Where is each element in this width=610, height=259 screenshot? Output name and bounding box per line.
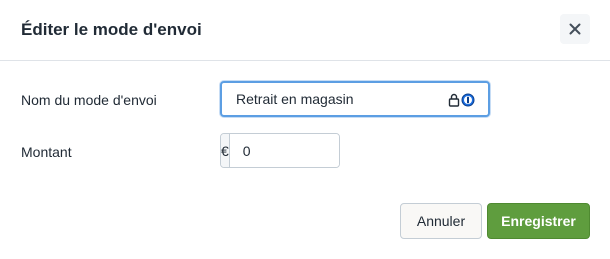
amount-field[interactable]: €	[220, 133, 340, 168]
amount-input[interactable]	[229, 134, 339, 167]
cancel-button[interactable]: Annuler	[400, 203, 482, 239]
save-button[interactable]: Enregistrer	[487, 203, 590, 239]
shipping-method-name-field[interactable]	[220, 81, 490, 117]
dialog-title: Éditer le mode d'envoi	[21, 20, 202, 39]
shipping-method-name-label: Nom du mode d'envoi	[21, 92, 157, 108]
shipping-method-name-input[interactable]	[236, 89, 436, 109]
edit-shipping-method-dialog: Éditer le mode d'envoi Nom du mode d'env…	[0, 0, 610, 259]
lock-icon	[448, 93, 460, 107]
dialog-header: Éditer le mode d'envoi	[0, 0, 610, 61]
close-button[interactable]	[560, 14, 590, 44]
close-icon	[569, 23, 581, 35]
1password-icon[interactable]	[461, 93, 475, 107]
currency-addon: €	[221, 134, 230, 167]
amount-label: Montant	[21, 144, 72, 160]
password-manager-icons[interactable]	[448, 92, 476, 108]
